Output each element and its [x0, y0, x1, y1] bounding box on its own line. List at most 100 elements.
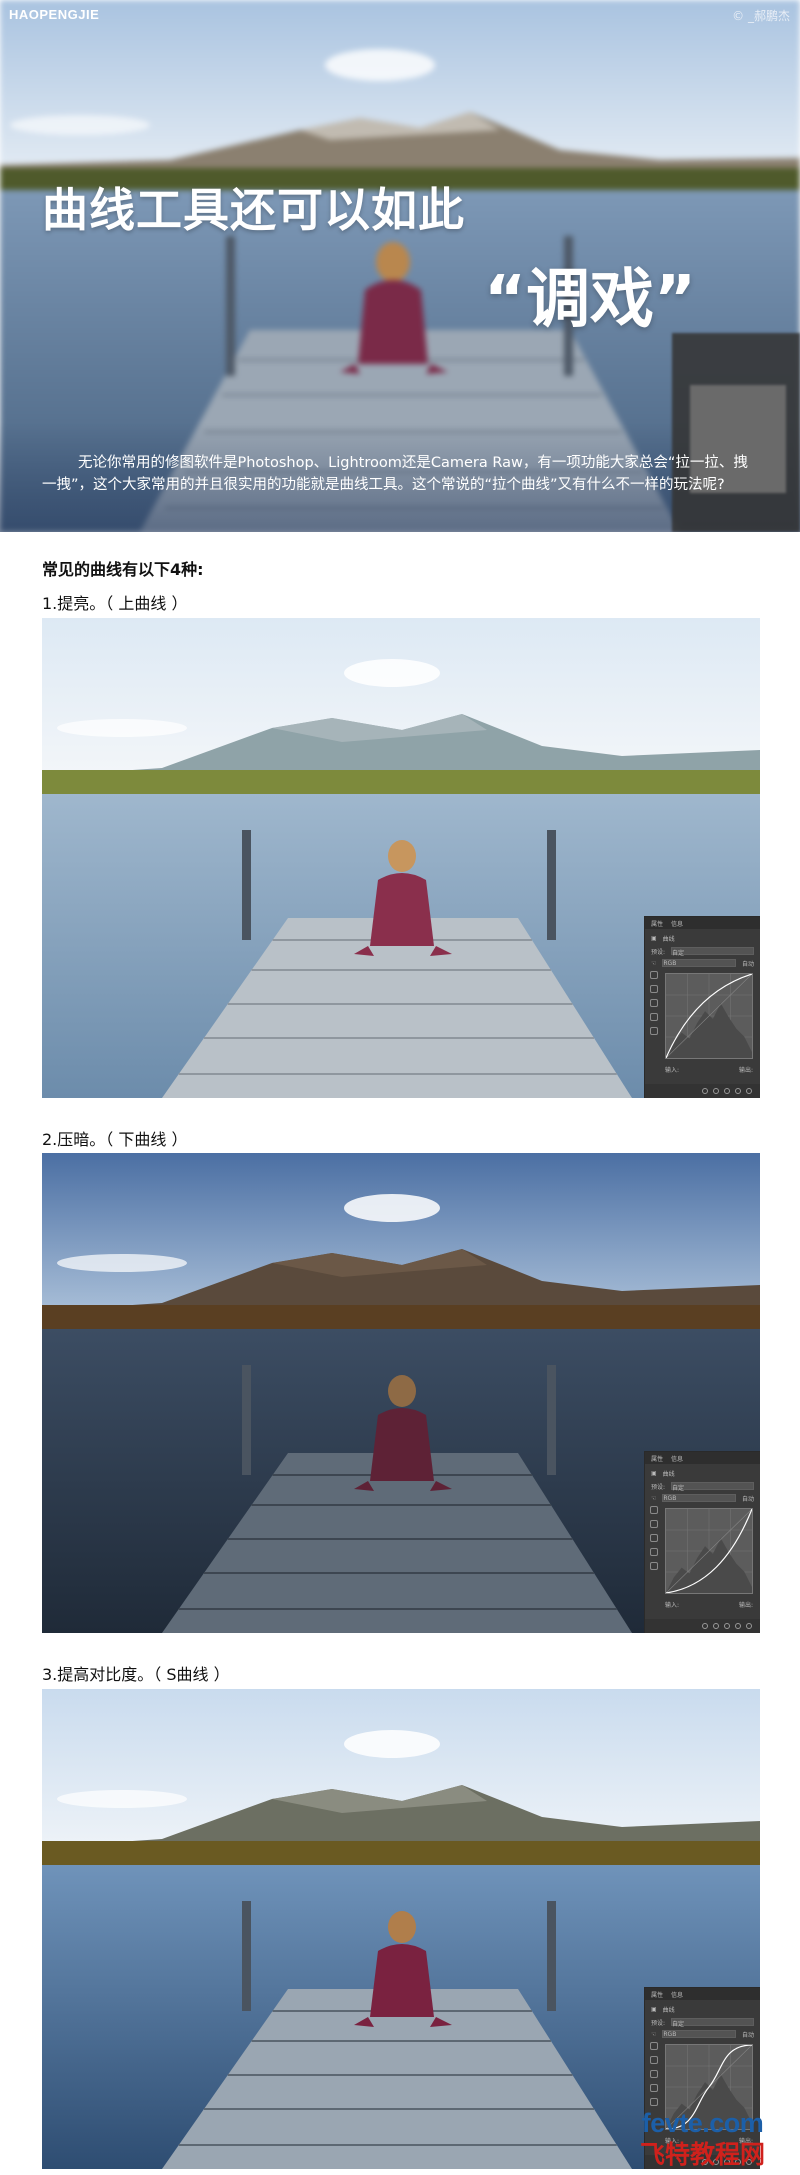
hero-banner: HAOPENGJIE © _郝鹏杰 曲线工具还可以如此 “调戏” 无论你常用的修… [0, 0, 800, 532]
brand-logo-text: HAOPENGJIE [9, 7, 100, 22]
input-label: 输入: [665, 1067, 680, 1074]
watermark-site-name: 飞特教程网 [640, 2141, 766, 2169]
preset-value: 自定 [672, 950, 685, 957]
preset-label: 预设: [651, 948, 666, 956]
preset-row: 预设: 自定 [651, 2017, 754, 2028]
section-heading: 常见的曲线有以下4种: [42, 560, 204, 579]
eyedropper-white-icon[interactable] [650, 1534, 658, 1542]
preset-value: 自定 [672, 2021, 685, 2028]
pencil-icon[interactable] [650, 1562, 658, 1570]
tab-info[interactable]: 信息 [671, 919, 683, 928]
channel-row: ☜ RGB 自动 [651, 1493, 754, 1503]
hand-tool-icon[interactable]: ☜ [651, 960, 656, 967]
tab-properties[interactable]: 属性 [651, 1454, 663, 1463]
channel-value: RGB [663, 1495, 677, 1502]
input-output-row: 输入: 输出: [665, 1600, 753, 1609]
panel-tabs: 属性 信息 [645, 917, 760, 929]
site-watermark: fevte.com 飞特教程网 [640, 2110, 765, 2168]
channel-value: RGB [663, 960, 677, 967]
view-previous-icon[interactable] [713, 1623, 719, 1629]
page-title-highlight: “调戏” [484, 263, 697, 337]
preset-row: 预设: 自定 [651, 946, 754, 957]
tab-info[interactable]: 信息 [671, 1454, 683, 1463]
example-caption-darken: 2.压暗。（ 下曲线 ） [42, 1130, 188, 1149]
curves-adjustment-panel: 属性 信息 ▣ 曲线 预设: 自定 ☜ RGB 自动 输入: 输出: [644, 916, 760, 1098]
output-label: 输出: [738, 1067, 753, 1074]
panel-tabs: 属性 信息 [645, 1988, 760, 2000]
curves-icon: ▣ [651, 2005, 657, 2013]
pencil-icon[interactable] [650, 1027, 658, 1035]
curve-tools [650, 971, 660, 1041]
clip-icon[interactable] [702, 1623, 708, 1629]
eyedropper-black-icon[interactable] [650, 1506, 658, 1514]
visibility-icon[interactable] [735, 1623, 741, 1629]
auto-button[interactable]: 自动 [742, 1494, 754, 1503]
example-photo-darken: 属性 信息 ▣ 曲线 预设: 自定 ☜ RGB 自动 输入: 输出: [42, 1153, 760, 1633]
tab-properties[interactable]: 属性 [651, 1990, 663, 1999]
eyedropper-gray-icon[interactable] [650, 985, 658, 993]
preset-dropdown[interactable]: 自定 [671, 947, 754, 957]
panel-title-row: ▣ 曲线 [651, 933, 754, 943]
author-credit: © _郝鹏杰 [732, 9, 790, 23]
tab-properties[interactable]: 属性 [651, 919, 663, 928]
curve-point-icon[interactable] [650, 2084, 658, 2092]
panel-title-row: ▣ 曲线 [651, 2004, 754, 2014]
input-label: 输入: [665, 1602, 680, 1609]
curve-graph[interactable] [665, 1508, 753, 1594]
example-photo-contrast: 属性 信息 ▣ 曲线 预设: 自定 ☜ RGB 自动 输入: 输出: [42, 1689, 760, 2169]
preset-label: 预设: [651, 1483, 666, 1491]
hero-curves-panel [672, 333, 800, 532]
auto-button[interactable]: 自动 [742, 2030, 754, 2039]
page-title: 曲线工具还可以如此 [42, 183, 465, 237]
channel-value: RGB [663, 2031, 677, 2038]
intro-paragraph: 无论你常用的修图软件是Photoshop、Lightroom还是Camera R… [42, 455, 748, 493]
preset-dropdown[interactable]: 自定 [671, 2018, 754, 2028]
channel-dropdown[interactable]: RGB [662, 1494, 736, 1502]
example-photo-brighten: 属性 信息 ▣ 曲线 预设: 自定 ☜ RGB 自动 输入: 输出: [42, 618, 760, 1098]
example-caption-contrast: 3.提高对比度。（ S曲线 ） [42, 1665, 230, 1684]
curve-graph[interactable] [665, 973, 753, 1059]
eyedropper-black-icon[interactable] [650, 971, 658, 979]
preset-label: 预设: [651, 2019, 666, 2027]
panel-tabs: 属性 信息 [645, 1452, 760, 1464]
trash-icon[interactable] [746, 1088, 752, 1094]
hand-tool-icon[interactable]: ☜ [651, 1495, 656, 1502]
trash-icon[interactable] [746, 1623, 752, 1629]
channel-dropdown[interactable]: RGB [662, 959, 736, 967]
curve-tools [650, 1506, 660, 1576]
panel-title-row: ▣ 曲线 [651, 1468, 754, 1478]
curve-point-icon[interactable] [650, 1548, 658, 1556]
curves-icon: ▣ [651, 934, 657, 942]
auto-button[interactable]: 自动 [742, 959, 754, 968]
eyedropper-black-icon[interactable] [650, 2042, 658, 2050]
input-output-row: 输入: 输出: [665, 1065, 753, 1074]
curve-point-icon[interactable] [650, 1013, 658, 1021]
tab-info[interactable]: 信息 [671, 1990, 683, 1999]
reset-icon[interactable] [724, 1623, 730, 1629]
preset-dropdown[interactable]: 自定 [671, 1482, 754, 1492]
eyedropper-gray-icon[interactable] [650, 1520, 658, 1528]
channel-row: ☜ RGB 自动 [651, 2029, 754, 2039]
panel-title: 曲线 [662, 2006, 675, 2014]
reset-icon[interactable] [724, 1088, 730, 1094]
output-label: 输出: [738, 1602, 753, 1609]
panel-title: 曲线 [662, 1470, 675, 1478]
preset-row: 预设: 自定 [651, 1481, 754, 1492]
preset-value: 自定 [672, 1485, 685, 1492]
panel-title: 曲线 [662, 935, 675, 943]
pencil-icon[interactable] [650, 2098, 658, 2106]
eyedropper-white-icon[interactable] [650, 999, 658, 1007]
panel-bottom-bar [645, 1619, 760, 1633]
visibility-icon[interactable] [735, 1088, 741, 1094]
clip-icon[interactable] [702, 1088, 708, 1094]
view-previous-icon[interactable] [713, 1088, 719, 1094]
curves-icon: ▣ [651, 1469, 657, 1477]
panel-bottom-bar [645, 1084, 760, 1098]
watermark-domain: fevte.com [641, 2108, 764, 2138]
channel-dropdown[interactable]: RGB [662, 2030, 736, 2038]
hand-tool-icon[interactable]: ☜ [651, 2031, 656, 2038]
eyedropper-white-icon[interactable] [650, 2070, 658, 2078]
eyedropper-gray-icon[interactable] [650, 2056, 658, 2064]
channel-row: ☜ RGB 自动 [651, 958, 754, 968]
curves-adjustment-panel: 属性 信息 ▣ 曲线 预设: 自定 ☜ RGB 自动 输入: 输出: [644, 1451, 760, 1633]
